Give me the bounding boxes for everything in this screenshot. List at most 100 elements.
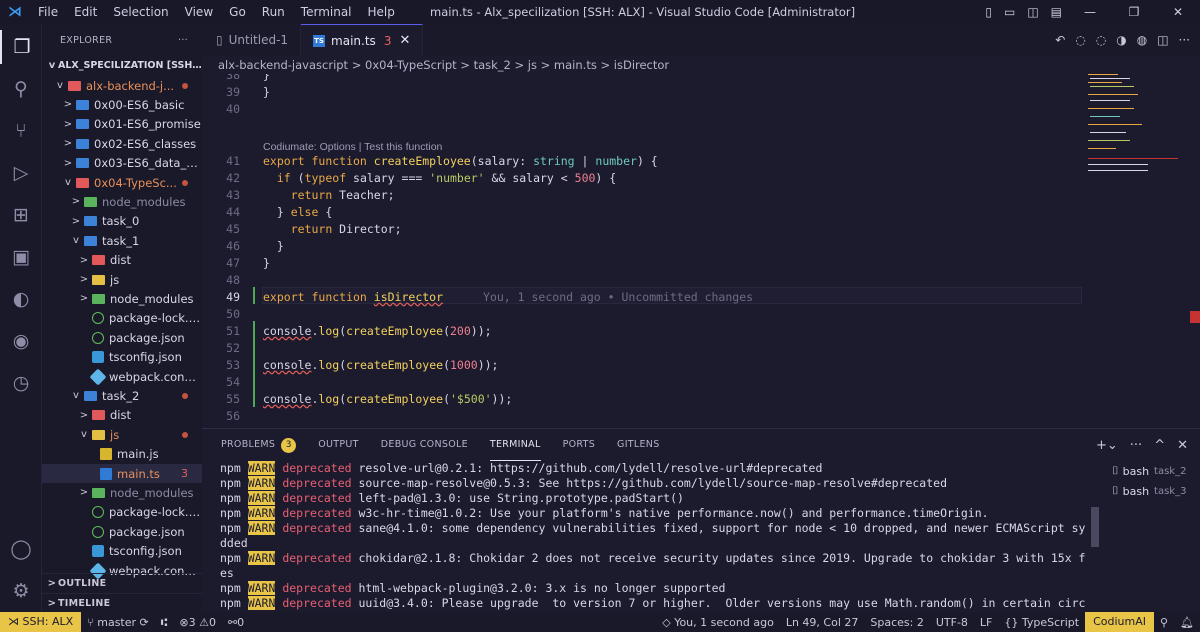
go-back-icon[interactable]: ↶ — [1055, 33, 1065, 47]
run-debug-icon[interactable]: ▷ — [0, 156, 42, 190]
notifications-icon[interactable]: 🔔︎ — [1174, 616, 1200, 629]
tree-item[interactable]: package.json — [42, 328, 202, 347]
panel-tab-problems[interactable]: PROBLEMS 3 — [221, 429, 297, 461]
changes-icon[interactable]: ◌ — [1075, 33, 1085, 47]
ports-item[interactable]: ⚯0 — [222, 616, 250, 629]
menu-item-selection[interactable]: Selection — [105, 0, 176, 24]
tree-item[interactable]: v js — [42, 425, 202, 444]
tree-item[interactable]: main.js — [42, 445, 202, 464]
accounts-icon[interactable]: ◯ — [0, 532, 42, 566]
branch-item[interactable]: ⑂ master ⟳ — [81, 616, 155, 629]
more-actions-icon[interactable]: ··· — [1179, 33, 1190, 47]
terminal-scrollbar[interactable] — [1091, 507, 1099, 547]
split-editor-icon[interactable]: ◫ — [1157, 33, 1168, 47]
terminal-instance[interactable]: ⌷ bash task_2 — [1112, 461, 1200, 481]
tree-item[interactable]: > node_modules — [42, 483, 202, 502]
tree-item[interactable]: package-lock.js... — [42, 503, 202, 522]
compare-icon[interactable]: ◑ — [1116, 33, 1126, 47]
tree-item[interactable]: package.json — [42, 522, 202, 541]
code-token: } — [263, 74, 270, 82]
minimize-icon[interactable]: — — [1068, 5, 1112, 19]
restore-icon[interactable]: ❐ — [1112, 5, 1156, 19]
extensions-icon[interactable]: ⊞ — [0, 198, 42, 232]
panel-tab-output[interactable]: OUTPUT — [318, 429, 359, 461]
problems-item[interactable]: ⊗3 ⚠0 — [173, 616, 222, 629]
manage-gear-icon[interactable]: ⚙ — [0, 574, 42, 608]
terminal-instance[interactable]: ⌷ bash task_3 — [1112, 481, 1200, 501]
tree-item[interactable]: tsconfig.json — [42, 542, 202, 561]
tree-item[interactable]: > dist — [42, 251, 202, 270]
tree-item[interactable]: > dist — [42, 406, 202, 425]
customize-layout-icon[interactable]: ▤ — [1045, 5, 1068, 19]
terminal-text: chokidar@2.1.8: Chokidar 2 does not rece… — [358, 551, 1087, 565]
tree-item[interactable]: > node_modules — [42, 289, 202, 308]
remote-indicator[interactable]: ⋊ SSH: ALX — [0, 612, 82, 632]
tree-item[interactable]: package-lock.js... — [42, 309, 202, 328]
end-of-line[interactable]: LF — [974, 616, 998, 629]
source-control-icon[interactable]: ⑂ — [0, 114, 42, 148]
more-changes-icon[interactable]: ◌ — [1096, 33, 1106, 47]
outline-section[interactable]: > OUTLINE — [42, 573, 202, 593]
accounts-status-icon[interactable]: ⚲ — [1154, 616, 1174, 629]
tree-item[interactable]: v alx-backend-j... — [42, 76, 202, 95]
explorer-icon[interactable]: ❐ — [0, 30, 42, 64]
panel-tab-debug-console[interactable]: DEBUG CONSOLE — [381, 429, 468, 461]
workspace-root[interactable]: v ALX_SPECILIZATION [SSH: AL... — [42, 56, 202, 75]
indentation[interactable]: Spaces: 2 — [864, 616, 929, 629]
menu-item-terminal[interactable]: Terminal — [293, 0, 360, 24]
toggle-primary-sidebar-icon[interactable]: ▯ — [979, 5, 998, 19]
codelens[interactable]: Codiumate: Options | Test this function — [263, 141, 442, 153]
tree-item[interactable]: >0x00-ES6_basic — [42, 95, 202, 114]
close-icon[interactable]: ✕ — [1156, 5, 1200, 19]
blame-item[interactable]: ◇ You, 1 second ago — [656, 616, 780, 629]
tab-main-ts[interactable]: TS main.ts 3 ✕ — [301, 24, 424, 56]
remote-explorer-icon[interactable]: ▣ — [0, 240, 42, 274]
tree-item[interactable]: > node_modules — [42, 192, 202, 211]
toggle-secondary-sidebar-icon[interactable]: ◫ — [1021, 5, 1044, 19]
panel-tab-terminal[interactable]: TERMINAL — [489, 429, 541, 461]
panel-more-icon[interactable]: ··· — [1130, 438, 1142, 453]
menu-item-file[interactable]: File — [30, 0, 66, 24]
timeline-icon[interactable]: ◷ — [0, 366, 42, 400]
tree-item[interactable]: v 0x04-TypeSc... — [42, 173, 202, 192]
close-tab-icon[interactable]: ✕ — [399, 33, 410, 48]
codium-action-icon[interactable]: ◍ — [1137, 33, 1147, 47]
code-editor[interactable]: Codiumate: Options | Test this function … — [202, 74, 1200, 428]
codiumai-button[interactable]: CodiumAI — [1085, 612, 1154, 632]
gitlens-icon[interactable]: ◉ — [0, 324, 42, 358]
menu-item-view[interactable]: View — [177, 0, 221, 24]
tree-item[interactable]: v task_2 — [42, 386, 202, 405]
tree-item[interactable]: >0x03-ES6_data_ma... — [42, 154, 202, 173]
timeline-section[interactable]: > TIMELINE — [42, 593, 202, 612]
tree-item[interactable]: v task_1 — [42, 231, 202, 250]
tree-item[interactable]: > js — [42, 270, 202, 289]
explorer-more-icon[interactable]: ··· — [178, 35, 188, 46]
terminal-output[interactable]: npm WARN deprecated resolve-url@0.2.1: h… — [220, 461, 1086, 613]
tree-item[interactable]: main.ts 3 — [42, 464, 202, 483]
tree-item[interactable]: > task_0 — [42, 212, 202, 231]
language-mode[interactable]: {} TypeScript — [998, 616, 1085, 629]
menu-item-edit[interactable]: Edit — [66, 0, 105, 24]
codium-icon[interactable]: ◐ — [0, 282, 42, 316]
tree-item[interactable]: tsconfig.json — [42, 348, 202, 367]
cursor-position[interactable]: Ln 49, Col 27 — [780, 616, 865, 629]
tab-untitled-1[interactable]: ▯ Untitled-1 — [202, 24, 302, 56]
terminal-line: npm WARN deprecated resolve-url@0.2.1: h… — [220, 461, 1086, 476]
toggle-panel-icon[interactable]: ▭ — [998, 5, 1021, 19]
minimap[interactable] — [1088, 74, 1178, 194]
tree-item[interactable]: >0x02-ES6_classes — [42, 134, 202, 153]
menu-item-run[interactable]: Run — [254, 0, 293, 24]
maximize-panel-icon[interactable]: ^ — [1154, 438, 1165, 453]
menu-item-go[interactable]: Go — [221, 0, 254, 24]
new-terminal-icon[interactable]: +⌄ — [1096, 438, 1118, 453]
tree-item[interactable]: >0x01-ES6_promise — [42, 115, 202, 134]
breadcrumb[interactable]: alx-backend-javascript > 0x04-TypeScript… — [202, 56, 1200, 74]
panel-tab-gitlens[interactable]: GITLENS — [617, 429, 660, 461]
graph-icon[interactable]: ⑆ — [155, 616, 174, 629]
panel-tab-ports[interactable]: PORTS — [563, 429, 595, 461]
tree-item[interactable]: webpack.config.js — [42, 367, 202, 386]
menu-item-help[interactable]: Help — [360, 0, 403, 24]
close-panel-icon[interactable]: ✕ — [1177, 438, 1188, 453]
search-icon[interactable]: ⚲ — [0, 72, 42, 106]
encoding[interactable]: UTF-8 — [930, 616, 974, 629]
